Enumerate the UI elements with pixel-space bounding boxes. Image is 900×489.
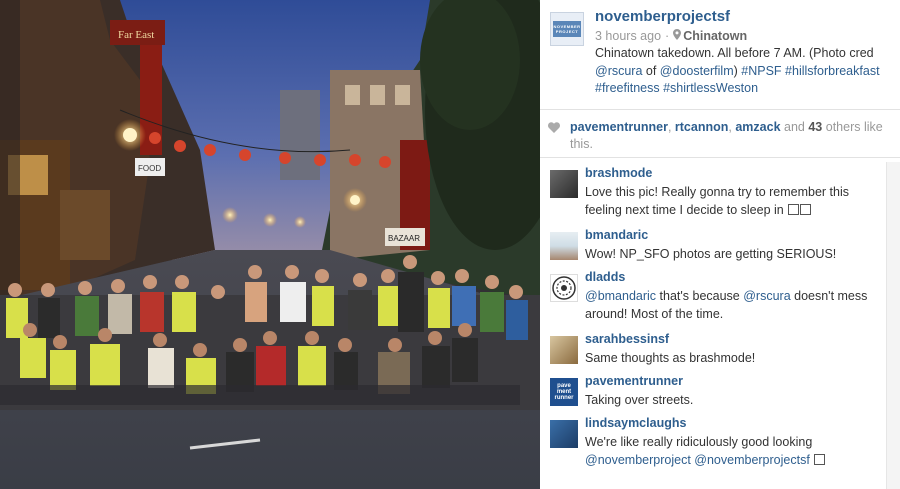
comment-text: Love this pic! Really gonna try to remem… (585, 183, 875, 219)
sign-far-east: Far East (118, 29, 154, 41)
hashtag-shirtlessweston[interactable]: #shirtlessWeston (663, 81, 758, 95)
comment-avatar[interactable] (550, 274, 578, 302)
post-caption: Chinatown takedown. All before 7 AM. (Ph… (595, 45, 895, 98)
liker-rtcannon[interactable]: rtcannon (675, 120, 728, 134)
liker-pavementrunner[interactable]: pavementrunner (570, 120, 668, 134)
hashtag-npsf[interactable]: #NPSF (741, 64, 781, 78)
comment-username[interactable]: brashmode (585, 166, 652, 180)
post-photo[interactable]: Far East FOOD BAZAAR (0, 0, 540, 489)
emoji-placeholder-icon (788, 204, 800, 215)
comment-mention[interactable]: @rscura (743, 289, 790, 303)
likes-summary: pavementrunner, rtcannon, amzack and 43 … (548, 119, 888, 153)
divider (540, 157, 900, 158)
post-time[interactable]: 3 hours ago (595, 29, 661, 43)
comment-text: Same thoughts as brashmode! (585, 351, 756, 365)
comment-text: @bmandaric that's because @rscura doesn'… (585, 287, 875, 323)
caption-mention-doosterfilm[interactable]: @doosterfilm (660, 64, 734, 78)
comment-avatar[interactable] (550, 170, 578, 198)
comments-scrollbar[interactable] (886, 162, 900, 489)
heart-icon (548, 121, 560, 138)
liker-amzack[interactable]: amzack (735, 120, 780, 134)
caption-text: of (642, 63, 660, 78)
comment-avatar[interactable] (550, 336, 578, 364)
street-photo-illustration: Far East FOOD BAZAAR (0, 0, 540, 489)
comment-username[interactable]: pavementrunner (585, 374, 683, 388)
pin-icon (673, 29, 682, 43)
post-header: NOVEMBER PROJECT novemberprojectsf 3 hou… (540, 0, 900, 110)
comment-avatar[interactable]: pave ment runner (550, 378, 578, 406)
author-avatar-logo: NOVEMBER PROJECT (553, 21, 581, 37)
likes-and: and (784, 120, 805, 134)
caption-mention-rscura[interactable]: @rscura (595, 64, 642, 78)
post-meta: 3 hours ago · Chinatown (595, 29, 747, 43)
pavementrunner-logo: pave ment runner (554, 383, 574, 401)
comment-text: We're like really ridiculously good look… (585, 433, 875, 469)
hashtag-freefitness[interactable]: #freefitness (595, 81, 660, 95)
sign-bazaar: BAZAAR (388, 234, 420, 243)
comment-username[interactable]: bmandaric (585, 228, 648, 242)
pattern-logo-icon (552, 276, 576, 300)
author-avatar[interactable]: NOVEMBER PROJECT (550, 12, 584, 46)
meta-separator: · (665, 29, 670, 43)
emoji-placeholder-icon (800, 204, 812, 215)
caption-text: Chinatown takedown. All before 7 AM. (Ph… (595, 46, 874, 60)
sign-food: FOOD (138, 164, 161, 173)
comment-text: Taking over streets. (585, 393, 694, 407)
comment-text: Wow! NP_SFO photos are getting SERIOUS! (585, 247, 837, 261)
emoji-placeholder-icon (814, 454, 826, 465)
comment-mention[interactable]: @novemberproject (585, 453, 691, 467)
comment-mention[interactable]: @bmandaric (585, 289, 656, 303)
likes-count[interactable]: 43 (808, 120, 822, 134)
comment-mention[interactable]: @novemberprojectsf (694, 453, 810, 467)
comment-body: that's because (656, 289, 744, 303)
comment-body: We're like really ridiculously good look… (585, 435, 813, 449)
post-location[interactable]: Chinatown (683, 29, 747, 43)
post-panel: NOVEMBER PROJECT novemberprojectsf 3 hou… (540, 0, 900, 489)
divider (540, 109, 900, 110)
comment-username[interactable]: dladds (585, 270, 625, 284)
hashtag-hillsforbreakfast[interactable]: #hillsforbreakfast (785, 64, 880, 78)
author-username[interactable]: novemberprojectsf (595, 8, 730, 25)
comment-username[interactable]: lindsaymclaughs (585, 416, 686, 430)
comment-username[interactable]: sarahbessinsf (585, 332, 669, 346)
comment-avatar[interactable] (550, 232, 578, 260)
comment-avatar[interactable] (550, 420, 578, 448)
